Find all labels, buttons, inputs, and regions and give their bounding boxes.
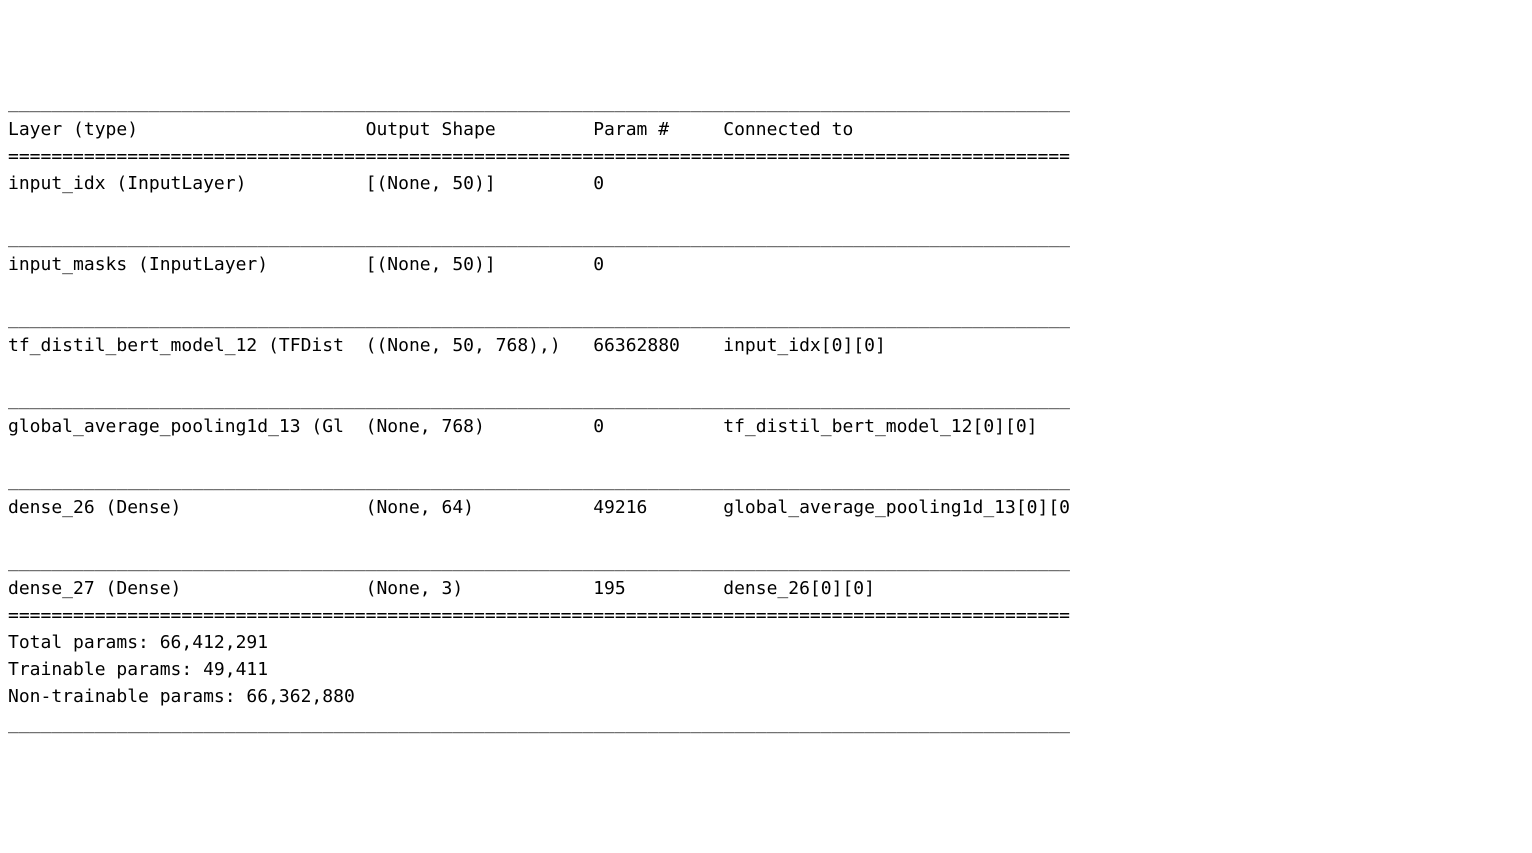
summary-text: ________________________________________… (8, 92, 1070, 734)
model-summary: ________________________________________… (8, 89, 1524, 737)
